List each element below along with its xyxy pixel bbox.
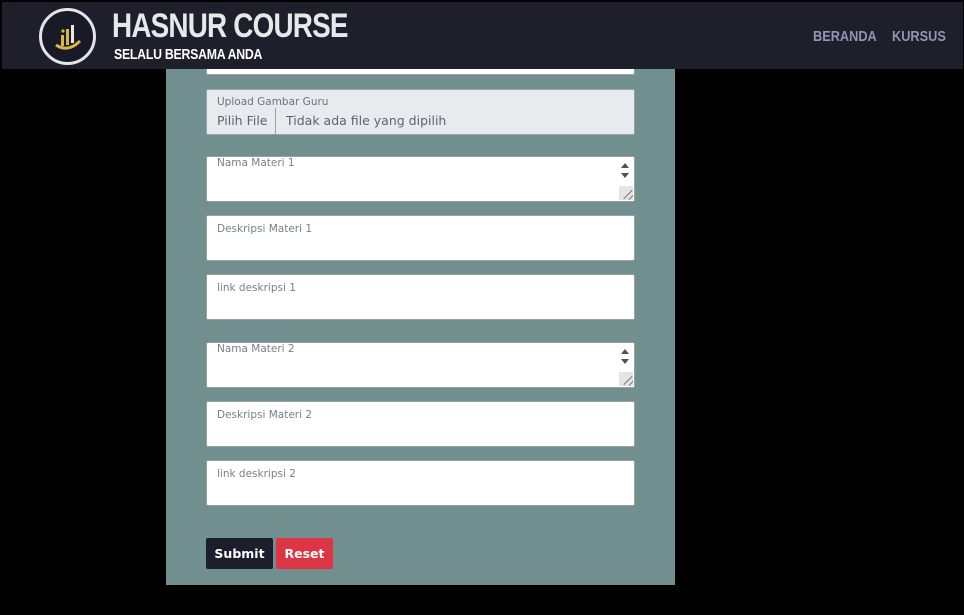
spinner-up-icon[interactable]: [621, 349, 629, 354]
choose-file-button[interactable]: Pilih File: [207, 108, 276, 134]
spinner-up-icon[interactable]: [621, 163, 629, 168]
nama-materi-1-field[interactable]: Nama Materi 1: [206, 156, 635, 202]
hasnur-logo-icon[interactable]: [39, 8, 96, 65]
nav-link-beranda[interactable]: BERANDA: [813, 28, 877, 45]
brand-subtitle: SELALU BERSAMA ANDA: [114, 46, 263, 63]
resize-handle-icon[interactable]: [619, 186, 633, 200]
navbar: HASNUR COURSE SELALU BERSAMA ANDA BERAND…: [2, 2, 963, 69]
form-panel: [166, 69, 675, 585]
link-deskripsi-1-field[interactable]: link deskripsi 1: [206, 274, 635, 320]
deskripsi-materi-2-field[interactable]: Deskripsi Materi 2: [206, 401, 635, 447]
upload-field-label: Upload Gambar Guru: [217, 96, 329, 108]
field-label: link deskripsi 2: [217, 468, 296, 480]
field-label: Deskripsi Materi 2: [217, 409, 313, 421]
field-label: Nama Materi 2: [217, 343, 295, 355]
field-label: Nama Materi 1: [217, 157, 295, 169]
reset-button[interactable]: Reset: [276, 538, 333, 569]
nama-materi-2-field[interactable]: Nama Materi 2: [206, 342, 635, 388]
field-label: Deskripsi Materi 1: [217, 223, 313, 235]
previous-field-edge[interactable]: [206, 69, 635, 75]
field-label: link deskripsi 1: [217, 282, 296, 294]
brand-title: HASNUR COURSE: [112, 7, 348, 45]
file-status-text: Tidak ada file yang dipilih: [286, 113, 447, 128]
upload-gambar-guru-field[interactable]: Upload Gambar Guru Pilih File Tidak ada …: [206, 89, 635, 135]
nav-link-kursus[interactable]: KURSUS: [892, 28, 946, 45]
link-deskripsi-2-field[interactable]: link deskripsi 2: [206, 460, 635, 506]
spinner-control[interactable]: [618, 345, 632, 369]
submit-button[interactable]: Submit: [206, 538, 273, 569]
resize-handle-icon[interactable]: [619, 372, 633, 386]
deskripsi-materi-1-field[interactable]: Deskripsi Materi 1: [206, 215, 635, 261]
spinner-control[interactable]: [618, 159, 632, 183]
spinner-down-icon[interactable]: [621, 173, 629, 178]
spinner-down-icon[interactable]: [621, 359, 629, 364]
